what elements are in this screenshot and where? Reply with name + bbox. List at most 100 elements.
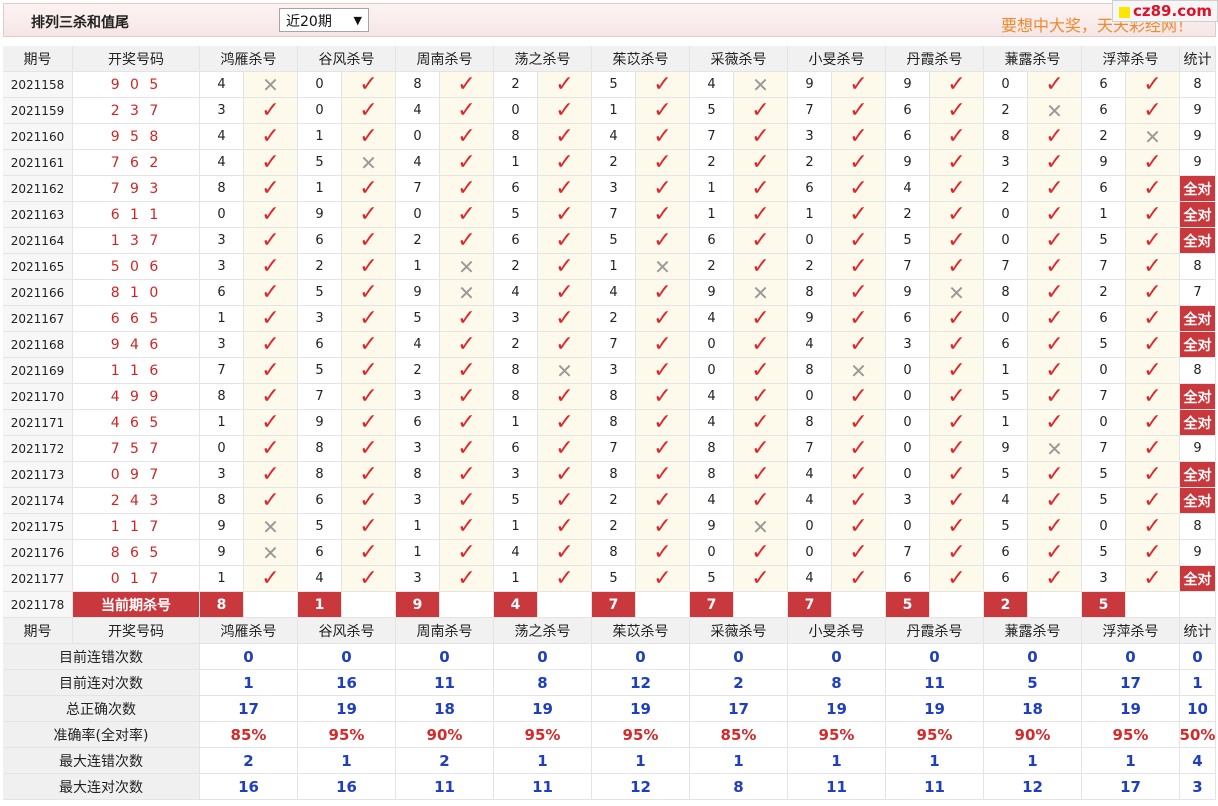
kill-number: 0 [1082, 514, 1126, 540]
check-icon: ✓ [849, 409, 868, 435]
result-mark: ✓ [1126, 436, 1180, 462]
check-icon: ✓ [653, 201, 672, 227]
result-mark: ✓ [1028, 202, 1082, 228]
kill-number: 7 [788, 98, 832, 124]
summary-value: 8 [690, 774, 788, 800]
kill-number: 1 [690, 202, 734, 228]
check-icon: ✓ [261, 461, 280, 487]
kill-number: 0 [690, 358, 734, 384]
check-icon: ✓ [261, 383, 280, 409]
current-empty-cell [832, 592, 886, 618]
check-icon: ✓ [947, 513, 966, 539]
cross-icon: ✕ [360, 150, 377, 175]
result-mark: ✓ [538, 150, 592, 176]
result-mark: ✓ [342, 306, 396, 332]
check-icon: ✓ [751, 409, 770, 435]
check-icon: ✓ [947, 383, 966, 409]
result-mark: ✓ [930, 384, 984, 410]
check-icon: ✓ [359, 97, 378, 123]
result-mark: ✓ [734, 358, 788, 384]
check-icon: ✓ [751, 565, 770, 591]
current-empty-cell [1028, 592, 1082, 618]
check-icon: ✓ [751, 435, 770, 461]
kill-number: 2 [1082, 124, 1126, 150]
result-mark: ✓ [930, 488, 984, 514]
kill-number: 8 [200, 488, 244, 514]
check-icon: ✓ [1143, 461, 1162, 487]
result-mark: ✓ [538, 332, 592, 358]
kill-number: 9 [984, 436, 1028, 462]
site-badge[interactable]: cz89.com [1112, 0, 1218, 22]
check-icon: ✓ [457, 461, 476, 487]
result-mark: ✓ [342, 280, 396, 306]
kill-number: 0 [984, 306, 1028, 332]
footer-header-expert: 周南杀号 [396, 618, 494, 644]
kill-number: 4 [200, 124, 244, 150]
cross-icon: ✕ [458, 280, 475, 305]
result-mark: ✓ [832, 124, 886, 150]
result-mark: ✓ [440, 436, 494, 462]
summary-value: 1 [592, 748, 690, 774]
kill-number: 4 [200, 150, 244, 176]
check-icon: ✓ [261, 487, 280, 513]
kill-number: 2 [592, 150, 636, 176]
period-cell: 2021160 [3, 124, 73, 150]
footer-header-expert: 采薇杀号 [690, 618, 788, 644]
check-icon: ✓ [653, 149, 672, 175]
result-mark: ✓ [832, 72, 886, 98]
kill-number: 4 [494, 540, 538, 566]
result-mark: ✓ [1028, 332, 1082, 358]
stat-value: 9 [1180, 98, 1216, 124]
all-correct-badge: 全对 [1180, 566, 1216, 592]
result-mark: ✓ [636, 228, 690, 254]
summary-value: 0 [592, 644, 690, 670]
result-mark: ✓ [636, 72, 690, 98]
kill-number: 2 [1082, 280, 1126, 306]
kill-number: 4 [690, 488, 734, 514]
kill-number: 5 [1082, 332, 1126, 358]
check-icon: ✓ [1045, 253, 1064, 279]
kill-number: 1 [200, 410, 244, 436]
stat-value: 9 [1180, 150, 1216, 176]
check-icon: ✓ [359, 227, 378, 253]
summary-label: 准确率(全对率) [3, 722, 200, 748]
header-expert: 谷风杀号 [298, 46, 396, 72]
result-mark: ✓ [734, 202, 788, 228]
cross-icon: ✕ [752, 72, 769, 97]
kill-number: 8 [200, 176, 244, 202]
draw-number: 2 3 7 [73, 98, 200, 124]
header-expert: 浮萍杀号 [1082, 46, 1180, 72]
result-mark: ✕ [440, 280, 494, 306]
summary-value: 0 [886, 644, 984, 670]
kill-number: 4 [886, 176, 930, 202]
kill-number: 5 [984, 514, 1028, 540]
kill-number: 9 [886, 150, 930, 176]
summary-value: 19 [494, 696, 592, 722]
draw-number: 2 4 3 [73, 488, 200, 514]
check-icon: ✓ [457, 487, 476, 513]
kill-number: 0 [200, 202, 244, 228]
kill-number: 8 [494, 358, 538, 384]
result-mark: ✓ [1028, 488, 1082, 514]
period-range-select[interactable]: 近20期 ▼ [279, 8, 369, 32]
summary-value: 12 [592, 774, 690, 800]
kill-number: 2 [984, 176, 1028, 202]
result-mark: ✓ [244, 332, 298, 358]
kill-number: 1 [494, 514, 538, 540]
kill-number: 3 [396, 436, 440, 462]
result-mark: ✓ [832, 202, 886, 228]
result-mark: ✓ [342, 72, 396, 98]
result-mark: ✓ [734, 566, 788, 592]
result-mark: ✓ [734, 150, 788, 176]
kill-number: 5 [690, 566, 734, 592]
stat-value: 8 [1180, 72, 1216, 98]
kill-number: 3 [788, 124, 832, 150]
kill-number: 6 [984, 566, 1028, 592]
summary-label: 最大连错次数 [3, 748, 200, 774]
check-icon: ✓ [555, 409, 574, 435]
check-icon: ✓ [947, 305, 966, 331]
check-icon: ✓ [751, 227, 770, 253]
result-mark: ✓ [538, 540, 592, 566]
check-icon: ✓ [1143, 487, 1162, 513]
draw-number: 0 1 7 [73, 566, 200, 592]
